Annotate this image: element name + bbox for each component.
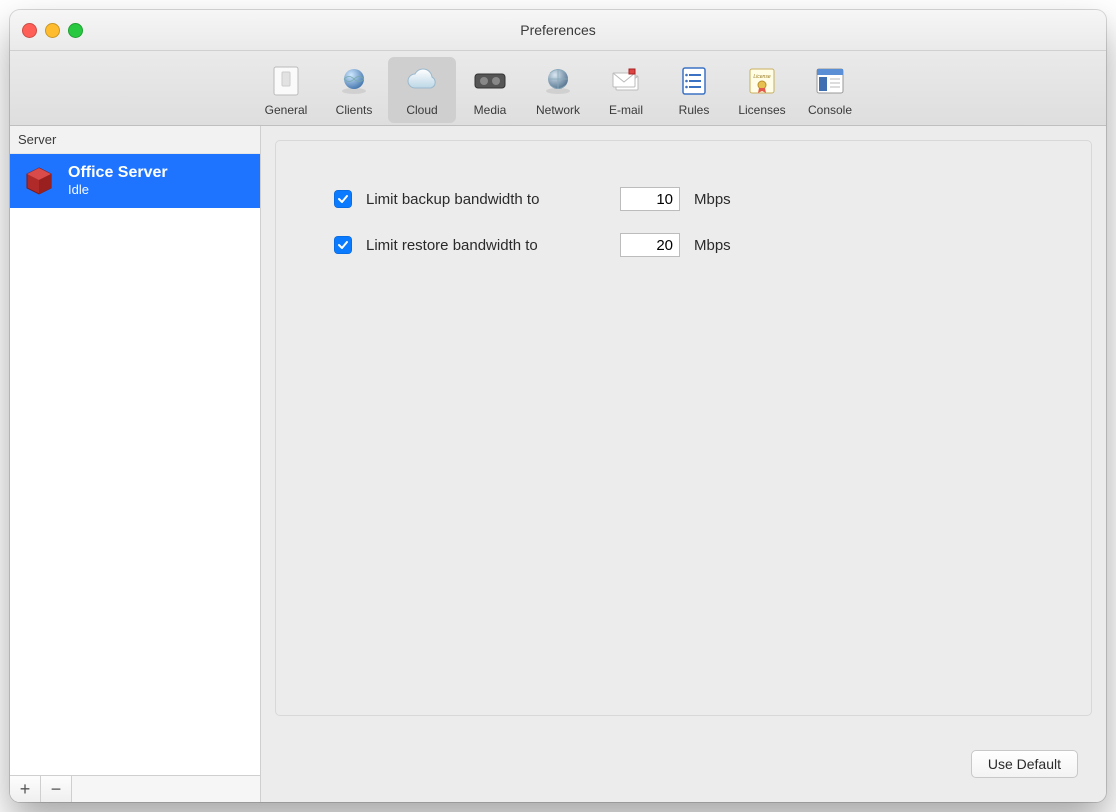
minus-icon: −	[51, 779, 62, 800]
use-default-button[interactable]: Use Default	[971, 750, 1078, 778]
check-icon	[337, 193, 349, 205]
tab-email[interactable]: E-mail	[592, 57, 660, 123]
server-text: Office Server Idle	[68, 164, 168, 197]
clients-icon	[334, 61, 374, 101]
media-icon	[470, 61, 510, 101]
server-cube-icon	[22, 164, 56, 198]
plus-icon: +	[20, 779, 31, 800]
tab-clients[interactable]: Clients	[320, 57, 388, 123]
restore-bandwidth-label: Limit restore bandwidth to	[366, 237, 606, 254]
window-controls	[22, 23, 83, 38]
console-icon	[810, 61, 850, 101]
content-area: Limit backup bandwidth to Mbps Limit res…	[261, 126, 1106, 802]
backup-bandwidth-input[interactable]	[620, 187, 680, 211]
cloud-settings-panel: Limit backup bandwidth to Mbps Limit res…	[275, 140, 1092, 716]
licenses-icon: License	[742, 61, 782, 101]
tab-cloud[interactable]: Cloud	[388, 57, 456, 123]
server-status: Idle	[68, 182, 168, 198]
backup-bandwidth-row: Limit backup bandwidth to Mbps	[334, 187, 1091, 211]
restore-bandwidth-row: Limit restore bandwidth to Mbps	[334, 233, 1091, 257]
add-server-button[interactable]: +	[10, 776, 41, 802]
close-window-button[interactable]	[22, 23, 37, 38]
tab-rules[interactable]: Rules	[660, 57, 728, 123]
server-list-item[interactable]: Office Server Idle	[10, 154, 260, 208]
window-title: Preferences	[10, 22, 1106, 38]
tab-media[interactable]: Media	[456, 57, 524, 123]
tab-label: Licenses	[728, 103, 796, 117]
svg-text:License: License	[753, 74, 770, 80]
server-sidebar: Server Office Server Idle +	[10, 126, 261, 802]
tab-label: Cloud	[388, 103, 456, 117]
tab-label: Clients	[320, 103, 388, 117]
tab-label: Network	[524, 103, 592, 117]
network-icon	[538, 61, 578, 101]
backup-bandwidth-unit: Mbps	[694, 191, 731, 208]
general-icon	[266, 61, 306, 101]
tab-label: Console	[796, 103, 864, 117]
tab-label: Media	[456, 103, 524, 117]
restore-bandwidth-unit: Mbps	[694, 237, 731, 254]
preferences-window: Preferences General	[10, 10, 1106, 802]
backup-bandwidth-label: Limit backup bandwidth to	[366, 191, 606, 208]
cloud-icon	[402, 61, 442, 101]
preferences-toolbar: General Clients	[10, 51, 1106, 126]
server-name: Office Server	[68, 164, 168, 182]
titlebar: Preferences	[10, 10, 1106, 51]
minimize-window-button[interactable]	[45, 23, 60, 38]
backup-bandwidth-checkbox[interactable]	[334, 190, 352, 208]
tab-network[interactable]: Network	[524, 57, 592, 123]
tab-label: E-mail	[592, 103, 660, 117]
restore-bandwidth-input[interactable]	[620, 233, 680, 257]
restore-bandwidth-checkbox[interactable]	[334, 236, 352, 254]
sidebar-header: Server	[10, 126, 260, 154]
check-icon	[337, 239, 349, 251]
tab-licenses[interactable]: License Licenses	[728, 57, 796, 123]
tab-label: General	[252, 103, 320, 117]
tab-label: Rules	[660, 103, 728, 117]
zoom-window-button[interactable]	[68, 23, 83, 38]
tab-console[interactable]: Console	[796, 57, 864, 123]
rules-icon	[674, 61, 714, 101]
email-icon	[606, 61, 646, 101]
remove-server-button[interactable]: −	[41, 776, 72, 802]
sidebar-footer: + −	[10, 775, 260, 802]
tab-general[interactable]: General	[252, 57, 320, 123]
